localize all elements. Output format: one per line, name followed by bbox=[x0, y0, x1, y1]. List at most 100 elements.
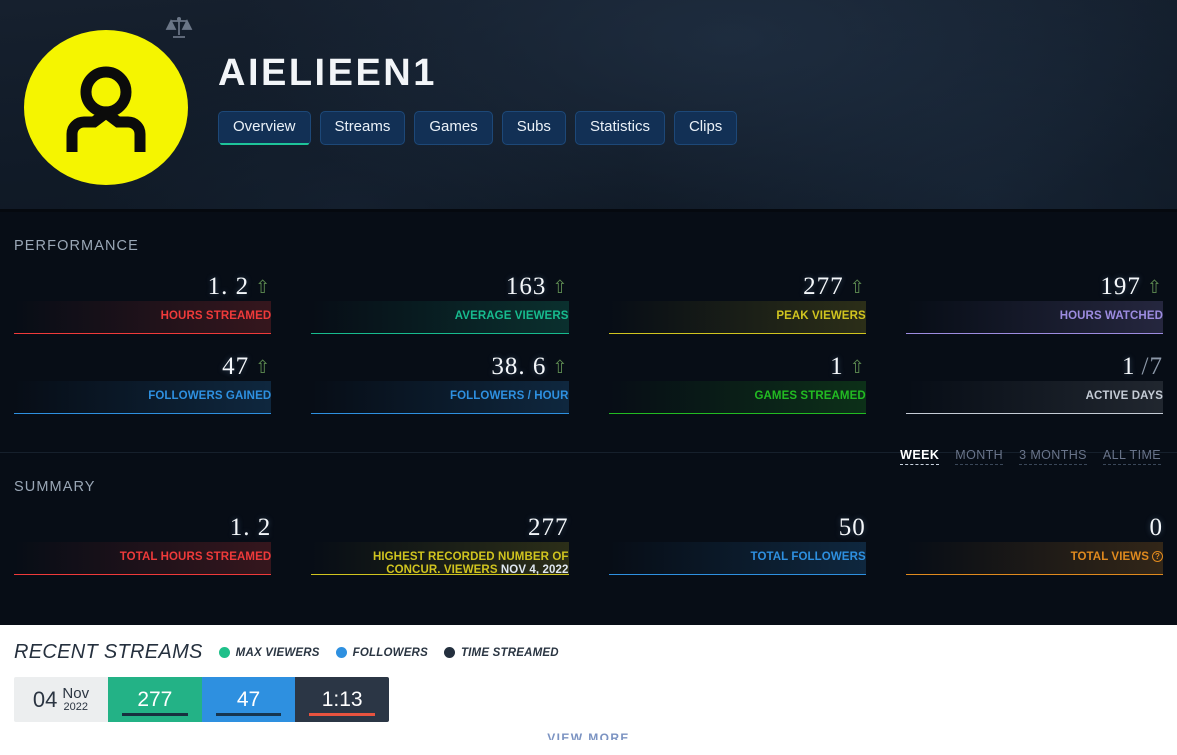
stat-total-followers: 50 TOTAL FOLLOWERS bbox=[608, 515, 866, 613]
channel-header: AIELIEEN1 Overview Streams Games Subs St… bbox=[0, 0, 1177, 212]
trend-up-icon: ⇧ bbox=[255, 356, 272, 377]
stat-label: FOLLOWERS / HOUR bbox=[449, 390, 569, 402]
performance-title: PERFORMANCE bbox=[14, 238, 139, 254]
page-title: AIELIEEN1 bbox=[218, 52, 437, 94]
stat-highest-concurrent-viewers: 277 HIGHEST RECORDED NUMBER OF CONCUR. V… bbox=[311, 515, 569, 613]
stream-time-cell: 1:13 bbox=[295, 677, 389, 722]
stat-number: 47 bbox=[222, 353, 250, 380]
recent-streams-section: RECENT STREAMS MAX VIEWERS FOLLOWERS TIM… bbox=[0, 625, 1177, 740]
stat-label: ACTIVE DAYS bbox=[1085, 390, 1163, 402]
trend-up-icon: ⇧ bbox=[552, 276, 569, 297]
stat-active-days: 1/7 ACTIVE DAYS bbox=[905, 354, 1163, 436]
stat-value: 47 ⇧ bbox=[222, 354, 271, 379]
stat-number: 163 bbox=[505, 273, 547, 300]
summary-stat-grid: 1. 2 TOTAL HOURS STREAMED 277 HIGHEST RE… bbox=[14, 514, 1164, 613]
stat-label: HOURS WATCHED bbox=[1059, 310, 1163, 322]
stat-value: 1/7 bbox=[1122, 354, 1163, 379]
stat-value: 1 ⇧ bbox=[830, 354, 866, 379]
legend-item-time-streamed: TIME STREAMED bbox=[443, 646, 559, 659]
stat-label: GAMES STREAMED bbox=[754, 390, 866, 402]
stat-followers-gained: 47 ⇧ FOLLOWERS GAINED bbox=[14, 354, 272, 436]
legend-item-max-viewers: MAX VIEWERS bbox=[218, 646, 320, 659]
stat-value: 163 ⇧ bbox=[506, 274, 569, 299]
stream-year: 2022 bbox=[63, 700, 88, 713]
stat-number: 277 bbox=[803, 273, 844, 300]
stat-number: 1 bbox=[1122, 353, 1136, 380]
tab-statistics[interactable]: Statistics bbox=[574, 111, 665, 145]
stat-number: 0 bbox=[1149, 514, 1163, 541]
stat-followers-per-hour: 38. 6 ⇧ FOLLOWERS / HOUR bbox=[311, 354, 569, 436]
stat-value: 277 ⇧ bbox=[803, 274, 866, 299]
tab-subs[interactable]: Subs bbox=[501, 111, 566, 145]
legend-dot-icon bbox=[335, 647, 347, 658]
performance-stat-grid: 1. 2 ⇧ HOURS STREAMED 163 ⇧ AVERAGE VIEW… bbox=[14, 274, 1163, 436]
stat-label-text: TOTAL VIEWS bbox=[1070, 551, 1149, 563]
trend-up-icon: ⇧ bbox=[849, 276, 866, 297]
stream-time-bar bbox=[309, 713, 375, 716]
stat-label: PEAK VIEWERS bbox=[776, 310, 866, 322]
stat-value: 0 bbox=[1150, 515, 1164, 540]
trend-up-icon: ⇧ bbox=[849, 356, 866, 377]
tab-games[interactable]: Games bbox=[414, 111, 493, 145]
dashboard-body: PERFORMANCE WEEK MONTH 3 MONTHS ALL TIME… bbox=[0, 212, 1177, 625]
stat-games-streamed: 1 ⇧ GAMES STREAMED bbox=[608, 354, 866, 436]
legend-label: FOLLOWERS bbox=[352, 646, 428, 659]
stat-number: 197 bbox=[1100, 273, 1141, 300]
legend-dot-icon bbox=[443, 647, 455, 658]
stat-number: 1. 2 bbox=[207, 273, 250, 300]
stat-total-hours-streamed: 1. 2 TOTAL HOURS STREAMED bbox=[14, 514, 272, 613]
stream-day: 04 bbox=[32, 686, 58, 712]
stat-value: 197 ⇧ bbox=[1100, 274, 1163, 299]
recent-streams-legend: MAX VIEWERS FOLLOWERS TIME STREAMED bbox=[218, 646, 559, 659]
stat-label: TOTAL FOLLOWERS bbox=[750, 551, 866, 563]
stat-denominator: /7 bbox=[1141, 353, 1163, 380]
trend-up-icon: ⇧ bbox=[1146, 276, 1163, 297]
view-more-link[interactable]: VIEW MORE bbox=[0, 731, 1177, 740]
tab-clips[interactable]: Clips bbox=[673, 111, 738, 145]
stat-average-viewers: 163 ⇧ AVERAGE VIEWERS bbox=[311, 274, 569, 356]
stream-followers-bar bbox=[215, 713, 282, 716]
scales-icon bbox=[161, 12, 197, 42]
stream-time-streamed: 1:13 bbox=[321, 687, 363, 711]
channel-tabs: Overview Streams Games Subs Statistics C… bbox=[218, 111, 738, 145]
stat-total-views: 0 TOTAL VIEWS? bbox=[905, 515, 1164, 613]
stat-value: 1. 2 ⇧ bbox=[208, 274, 272, 299]
stream-max-viewers-cell: 277 bbox=[108, 677, 202, 722]
stream-date-cell: 04 Nov 2022 bbox=[14, 677, 108, 722]
tab-overview[interactable]: Overview bbox=[218, 111, 311, 145]
stream-max-viewers-bar bbox=[122, 713, 188, 716]
stat-label: HOURS STREAMED bbox=[160, 310, 272, 322]
performance-section: PERFORMANCE WEEK MONTH 3 MONTHS ALL TIME… bbox=[0, 212, 1177, 465]
table-row[interactable]: 04 Nov 2022 277 47 1:13 bbox=[14, 677, 389, 722]
stream-followers-cell: 47 bbox=[201, 677, 296, 722]
stat-number: 1 bbox=[830, 353, 844, 380]
stream-followers: 47 bbox=[236, 687, 261, 711]
stat-label: AVERAGE VIEWERS bbox=[454, 310, 569, 322]
stat-label-line1: HIGHEST RECORDED NUMBER OF bbox=[372, 551, 569, 563]
stat-label-date: NOV 4, 2022 bbox=[500, 563, 569, 576]
stat-peak-viewers: 277 ⇧ PEAK VIEWERS bbox=[608, 274, 866, 356]
stat-value: 38. 6 ⇧ bbox=[491, 354, 568, 379]
stat-number: 1. 2 bbox=[229, 514, 272, 541]
stat-label: TOTAL HOURS STREAMED bbox=[119, 551, 272, 563]
stat-label-line2: CONCUR. VIEWERS bbox=[386, 563, 498, 576]
stream-month: Nov bbox=[62, 684, 90, 702]
avatar-wrapper bbox=[24, 17, 193, 185]
trend-up-icon: ⇧ bbox=[552, 356, 569, 377]
help-icon[interactable]: ? bbox=[1152, 551, 1163, 562]
stat-number: 277 bbox=[528, 514, 569, 541]
recent-streams-header: RECENT STREAMS MAX VIEWERS FOLLOWERS TIM… bbox=[14, 641, 1163, 664]
legend-label: MAX VIEWERS bbox=[235, 646, 320, 659]
stat-hours-watched: 197 ⇧ HOURS WATCHED bbox=[905, 274, 1163, 356]
stat-number: 50 bbox=[838, 514, 866, 541]
avatar[interactable] bbox=[24, 30, 188, 185]
legend-item-followers: FOLLOWERS bbox=[335, 646, 428, 659]
stream-max-viewers: 277 bbox=[137, 687, 173, 711]
summary-section: SUMMARY 1. 2 TOTAL HOURS STREAMED 277 HI… bbox=[0, 453, 1177, 625]
tab-streams[interactable]: Streams bbox=[319, 111, 406, 145]
stat-value: 50 bbox=[839, 515, 866, 540]
legend-label: TIME STREAMED bbox=[460, 646, 559, 659]
stat-value: 277 bbox=[528, 515, 569, 540]
legend-dot-icon bbox=[218, 647, 230, 658]
stat-hours-streamed: 1. 2 ⇧ HOURS STREAMED bbox=[14, 274, 272, 356]
